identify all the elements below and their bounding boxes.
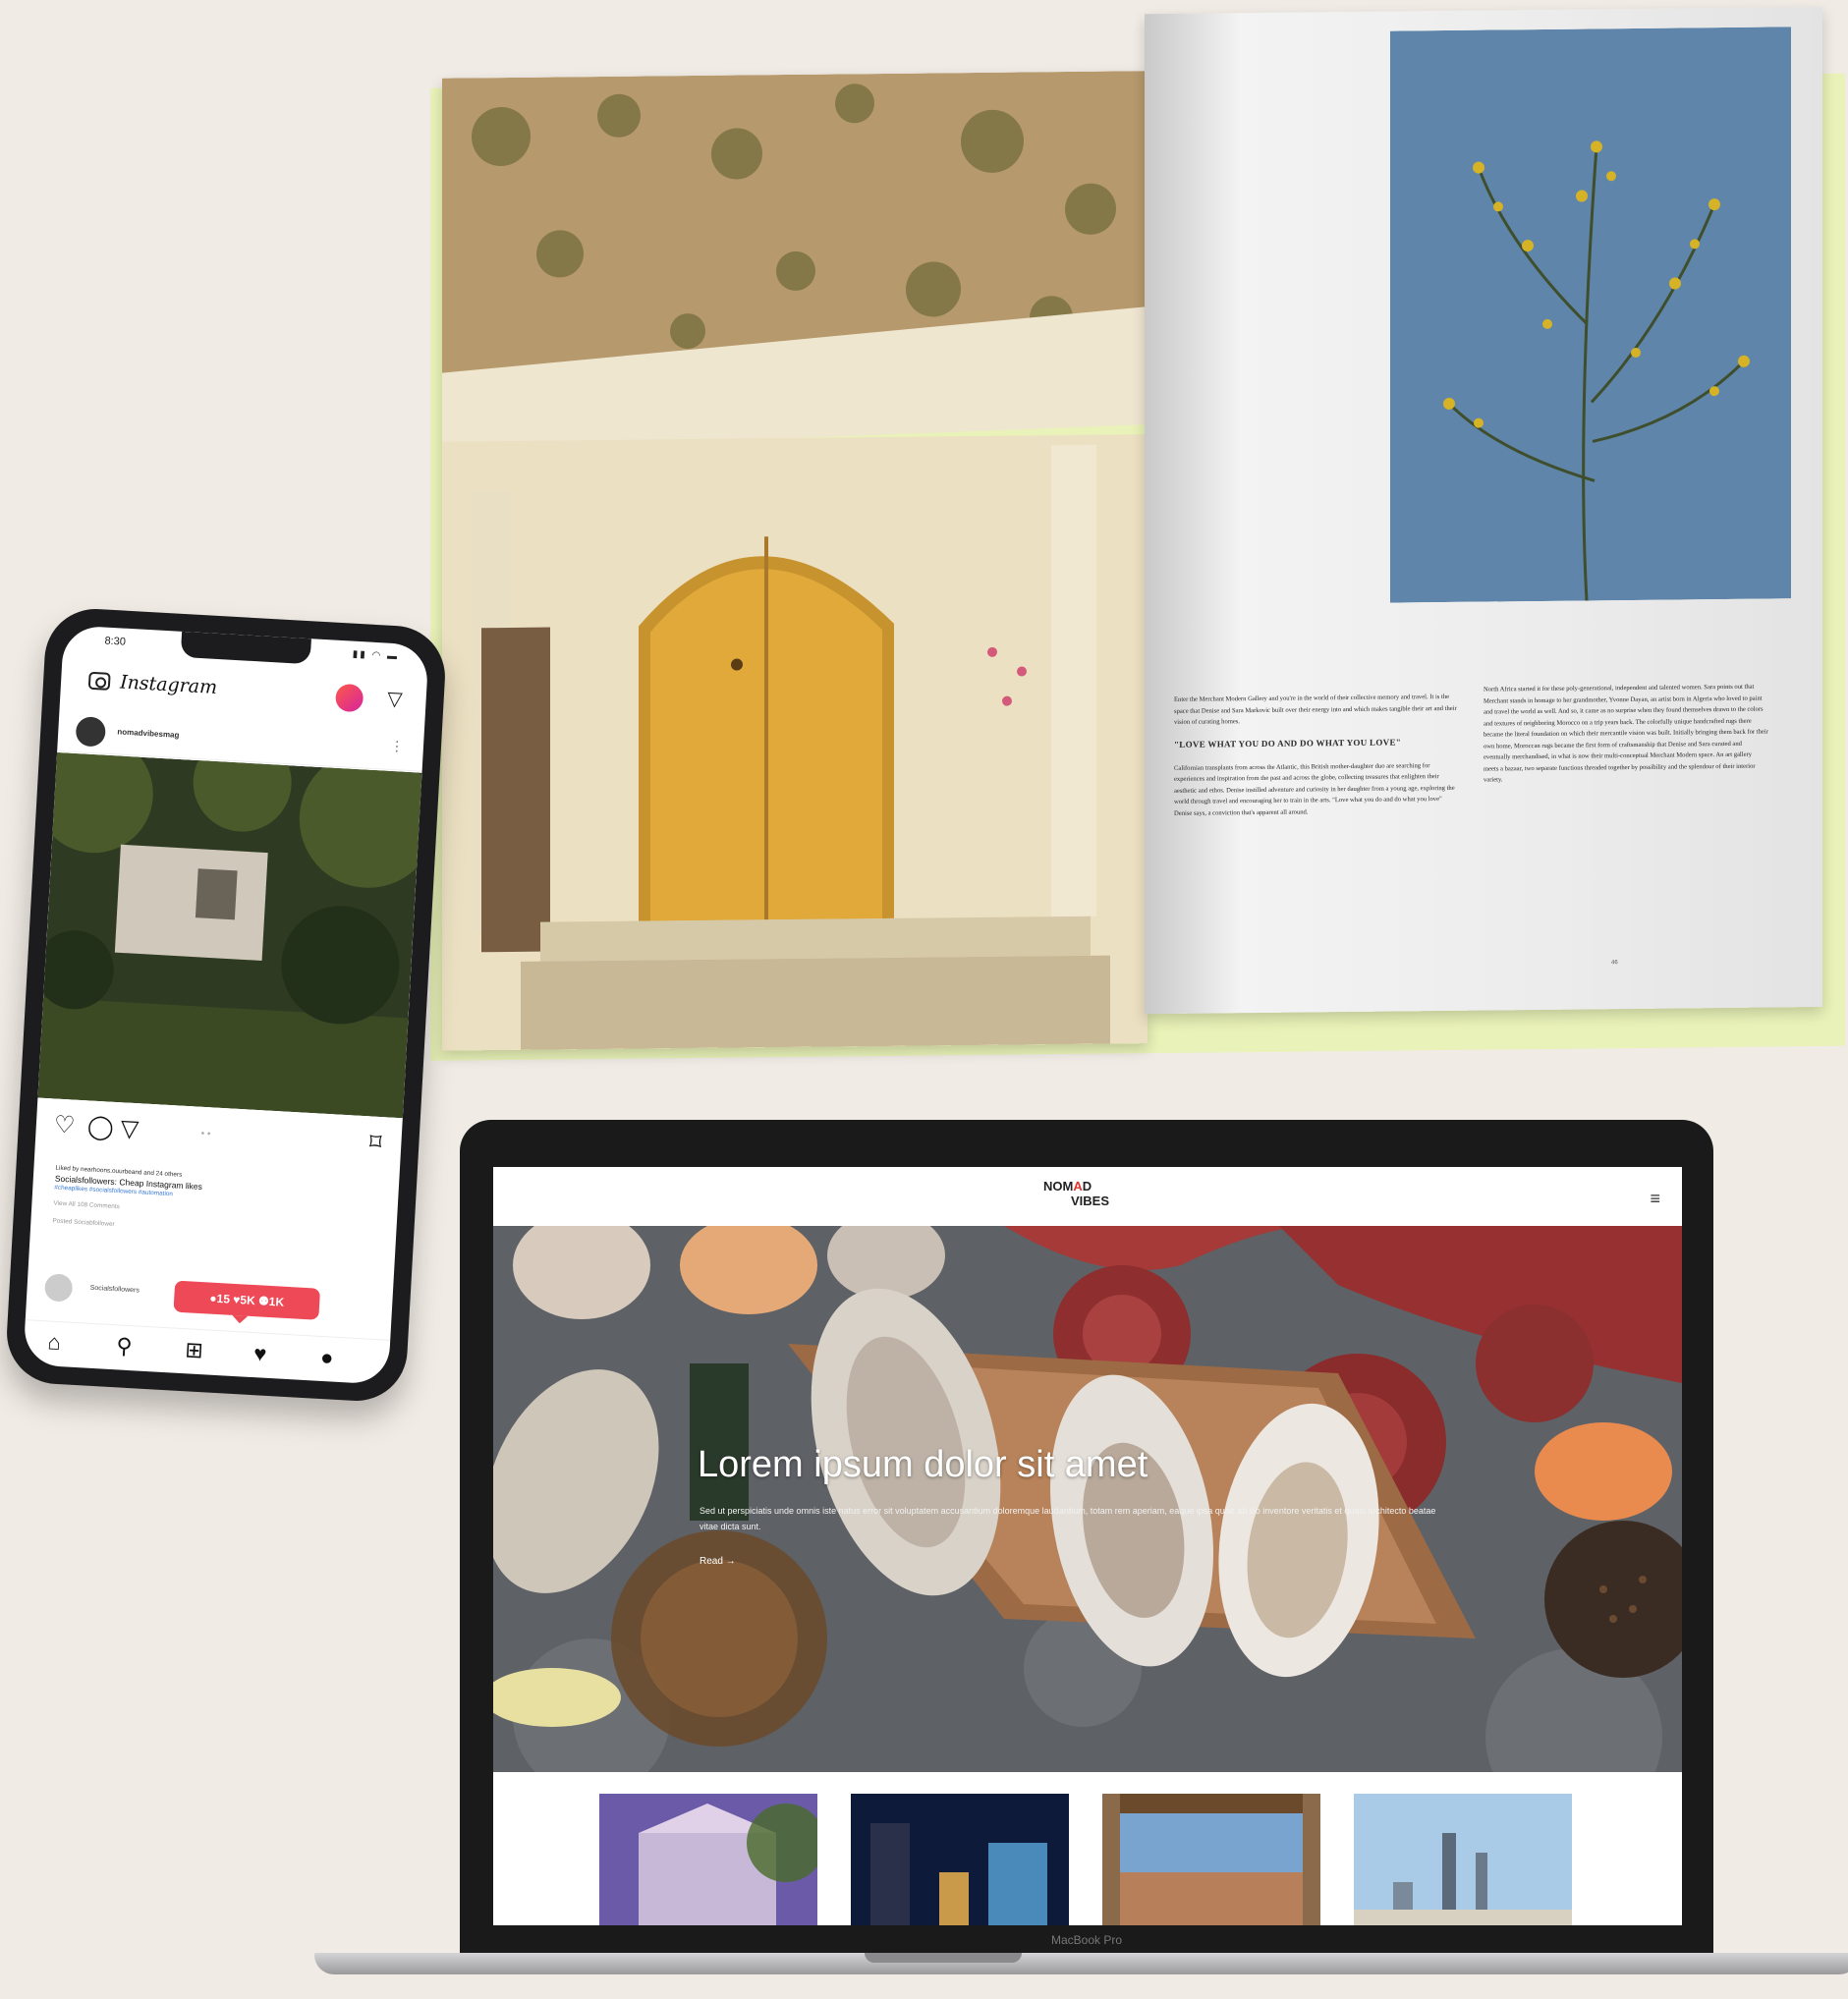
more-options-icon[interactable]: ⋮ (389, 738, 405, 755)
hero-title: Lorem ipsum dolor sit amet (698, 1444, 1148, 1485)
avatar[interactable] (75, 716, 107, 748)
magazine-body-text-2: North Africa started it for these poly-g… (1484, 683, 1768, 784)
status-icons: ▮▮ ◠ ▬ (352, 648, 400, 663)
story-avatar[interactable] (334, 683, 364, 713)
comment-username[interactable]: Socialsfollowers (89, 1285, 139, 1295)
thumbnail-card[interactable] (599, 1794, 817, 1925)
profile-icon[interactable]: ● (319, 1345, 334, 1371)
camera-icon[interactable] (87, 671, 111, 691)
magazine-body-text-1: Californian transplants from across the … (1174, 761, 1455, 817)
add-post-icon[interactable]: ⊞ (185, 1337, 204, 1363)
status-time: 8:30 (104, 635, 127, 648)
bottom-tab-bar: ⌂ ⚲ ⊞ ♥ ● (23, 1319, 391, 1385)
magazine-pull-quote: "LOVE WHAT YOU DO AND DO WHAT YOU LOVE" (1174, 736, 1402, 750)
home-icon[interactable]: ⌂ (47, 1329, 62, 1356)
heart-icon[interactable]: ♡ (53, 1110, 76, 1139)
magazine-flower-photo (1390, 27, 1791, 603)
logo-text-vibes: VIBES (1071, 1194, 1110, 1208)
laptop-lid: NOMAD VIBES ≡ Lorem ipsum dolor sit amet… (460, 1120, 1713, 1959)
destination-thumbnails (493, 1772, 1682, 1925)
magazine-spread: Enter the Merchant Modern Gallery and yo… (413, 0, 1847, 1061)
logo-text-nom: NOM (1043, 1179, 1074, 1194)
share-icon[interactable]: ▽ (120, 1114, 140, 1143)
post-caption: Liked by nearhoons.ouurbeand and 24 othe… (52, 1164, 379, 1245)
post-image[interactable] (37, 752, 422, 1119)
laptop-screen: NOMAD VIBES ≡ Lorem ipsum dolor sit amet… (493, 1167, 1682, 1925)
magazine-column-2: North Africa started it for these poly-g… (1484, 682, 1768, 787)
laptop-base (314, 1953, 1848, 1974)
magazine-intro-text: Enter the Merchant Modern Gallery and yo… (1174, 693, 1457, 726)
magazine-column-1: Enter the Merchant Modern Gallery and yo… (1174, 692, 1459, 819)
logo-text-d: D (1082, 1179, 1092, 1194)
device-label: MacBook Pro (1050, 1933, 1123, 1947)
magazine-right-page: Enter the Merchant Modern Gallery and yo… (1145, 6, 1822, 1015)
magazine-page-number: 46 (1611, 960, 1618, 967)
instagram-logo: Instagram (119, 671, 218, 698)
thumbnail-card[interactable] (1354, 1794, 1572, 1925)
phone-notch (180, 631, 311, 665)
avatar[interactable] (43, 1273, 74, 1303)
hero-description: Sed ut perspiciatis unde omnis iste natu… (700, 1506, 1436, 1531)
carousel-dots: • • (200, 1128, 211, 1140)
bookmark-icon[interactable]: ⌑ (368, 1128, 382, 1157)
search-icon[interactable]: ⚲ (116, 1333, 133, 1360)
hero-banner: Lorem ipsum dolor sit amet Sed ut perspi… (493, 1226, 1682, 1772)
phone-screen: 8:30 ▮▮ ◠ ▬ Instagram ▽ nomadvibesmag ⋮ (23, 625, 429, 1385)
magazine-door-photo (442, 71, 1148, 1051)
thumbnail-card[interactable] (1102, 1794, 1320, 1925)
send-icon[interactable]: ▽ (387, 687, 404, 712)
phone-mockup: 8:30 ▮▮ ◠ ▬ Instagram ▽ nomadvibesmag ⋮ (4, 606, 448, 1404)
comment-icon[interactable]: ◯ (86, 1112, 114, 1141)
laptop-mockup: NOMAD VIBES ≡ Lorem ipsum dolor sit amet… (314, 1120, 1848, 1974)
site-logo[interactable]: NOMAD VIBES (1043, 1179, 1109, 1208)
logo-accent: A (1073, 1179, 1083, 1194)
read-more-link[interactable]: Read → (700, 1556, 736, 1567)
menu-icon[interactable]: ≡ (1650, 1189, 1660, 1209)
activity-icon[interactable]: ♥ (252, 1341, 267, 1367)
thumbnail-card[interactable] (851, 1794, 1069, 1925)
post-username[interactable]: nomadvibesmag (117, 727, 180, 740)
site-navbar: NOMAD VIBES ≡ (493, 1167, 1682, 1226)
laptop-base-notch (865, 1953, 1022, 1963)
